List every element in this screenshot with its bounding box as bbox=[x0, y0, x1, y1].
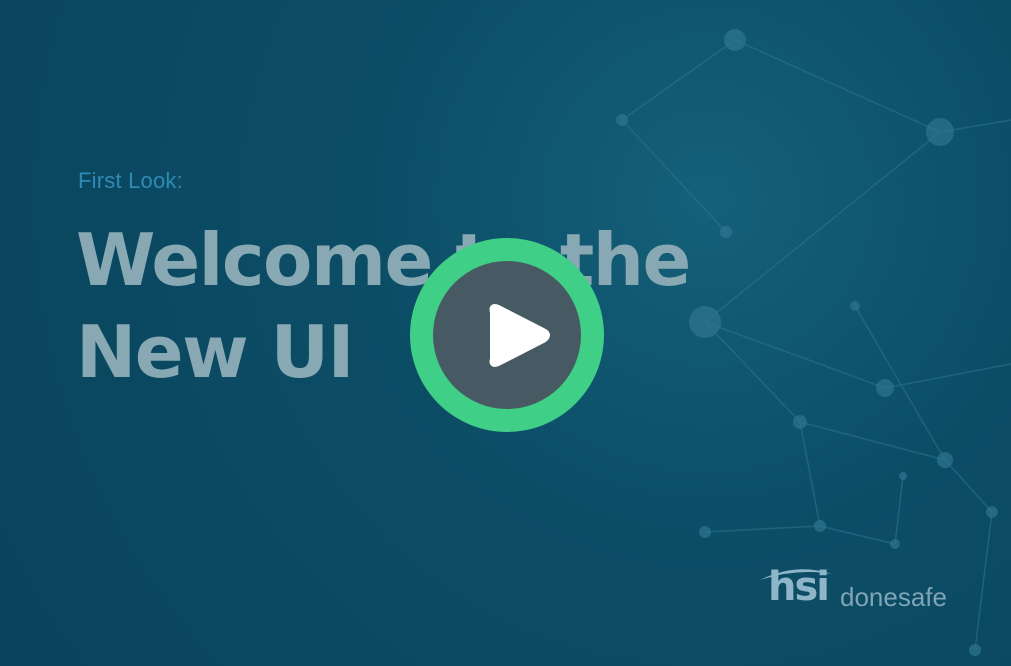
play-button-inner bbox=[433, 261, 581, 409]
logo-mark: hsi bbox=[768, 564, 830, 610]
play-icon bbox=[489, 304, 550, 367]
hsi-donesafe-logo: hsi donesafe bbox=[756, 560, 976, 620]
logo-wordmark: donesafe bbox=[840, 582, 947, 612]
video-thumbnail[interactable]: First Look: Welcome to the New UI hsi do… bbox=[0, 0, 1011, 666]
video-subtitle: First Look: bbox=[78, 168, 183, 193]
play-button[interactable] bbox=[410, 238, 604, 432]
